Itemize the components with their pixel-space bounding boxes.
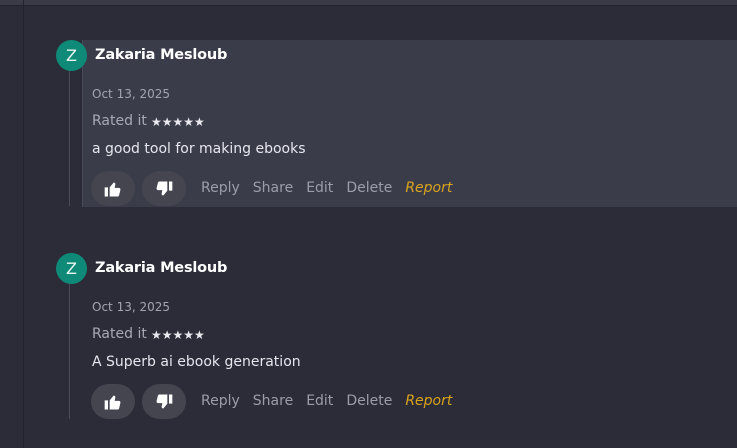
thread-line	[69, 283, 70, 419]
left-divider	[23, 0, 24, 448]
avatar[interactable]: Z	[56, 40, 87, 71]
review-actions: Reply Share Edit Delete Report	[201, 393, 465, 409]
share-link[interactable]: Share	[253, 180, 293, 196]
avatar[interactable]: Z	[56, 253, 87, 284]
thread-line	[69, 70, 70, 206]
thumbs-down-icon	[156, 181, 173, 195]
reply-link[interactable]: Reply	[201, 180, 240, 196]
reviews-panel: Z Zakaria Mesloub Oct 13, 2025 Rated it …	[0, 0, 737, 448]
edit-link[interactable]: Edit	[306, 180, 333, 196]
star-rating: ★★★★★	[151, 115, 205, 129]
review-text: A Superb ai ebook generation	[92, 354, 301, 370]
review-date: Oct 13, 2025	[92, 87, 170, 101]
dislike-button[interactable]	[142, 171, 186, 206]
review-actions: Reply Share Edit Delete Report	[201, 180, 465, 196]
review-author[interactable]: Zakaria Mesloub	[95, 47, 227, 63]
review-date: Oct 13, 2025	[92, 300, 170, 314]
thumbs-up-icon	[104, 182, 121, 196]
reply-link[interactable]: Reply	[201, 393, 240, 409]
share-link[interactable]: Share	[253, 393, 293, 409]
delete-link[interactable]: Delete	[346, 393, 392, 409]
thumbs-down-icon	[156, 394, 173, 408]
like-button[interactable]	[91, 384, 135, 419]
dislike-button[interactable]	[142, 384, 186, 419]
report-link[interactable]: Report	[405, 393, 452, 409]
review-author[interactable]: Zakaria Mesloub	[95, 260, 227, 276]
star-rating: ★★★★★	[151, 328, 205, 342]
rated-label: Rated it	[92, 326, 147, 342]
report-link[interactable]: Report	[405, 180, 452, 196]
edit-link[interactable]: Edit	[306, 393, 333, 409]
top-divider	[0, 0, 737, 6]
delete-link[interactable]: Delete	[346, 180, 392, 196]
like-button[interactable]	[91, 171, 135, 206]
review-text: a good tool for making ebooks	[92, 141, 306, 157]
rated-label: Rated it	[92, 113, 147, 129]
thumbs-up-icon	[104, 395, 121, 409]
